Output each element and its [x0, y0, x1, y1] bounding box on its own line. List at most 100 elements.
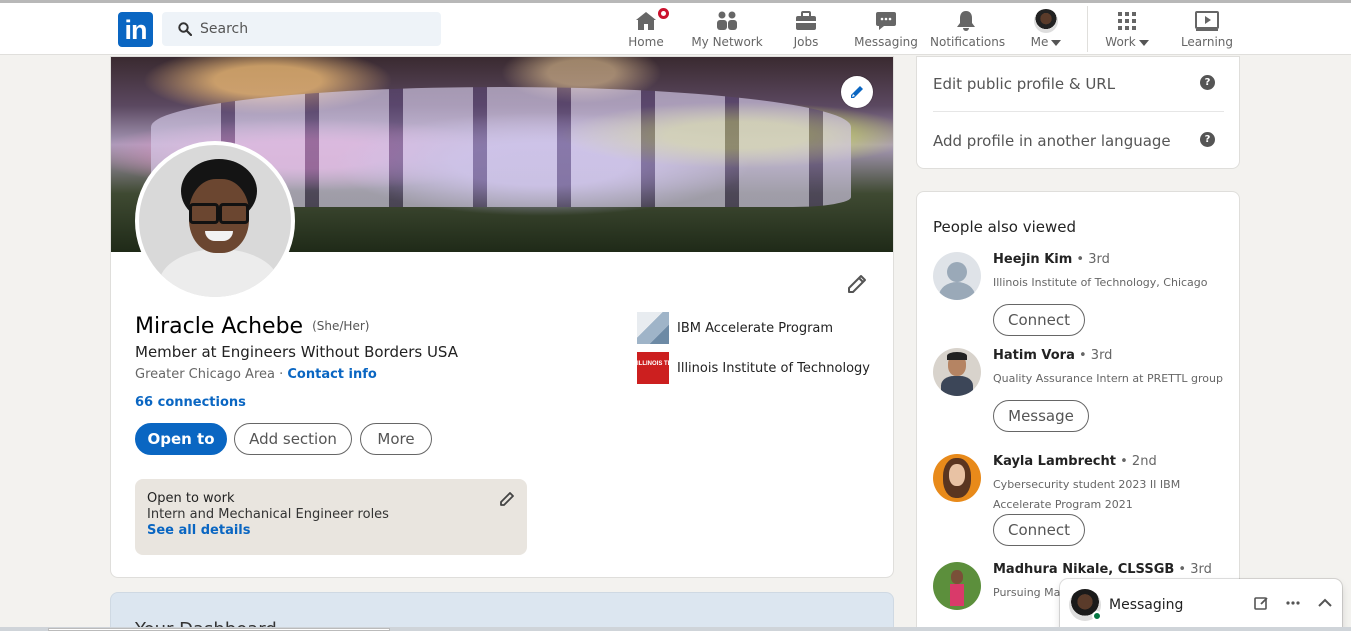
profile-photo-glasses	[189, 203, 249, 224]
chevron-down-icon	[1051, 39, 1062, 46]
connection-degree: • 3rd	[1072, 252, 1110, 267]
edit-intro-button[interactable]	[846, 273, 868, 299]
chevron-up-icon[interactable]	[1317, 595, 1333, 615]
nav-my-network[interactable]: My Network	[690, 3, 764, 55]
nav-learning-label: Learning	[1180, 35, 1234, 49]
connection-degree: • 3rd	[1174, 562, 1212, 577]
nav-work[interactable]: Work	[1100, 3, 1154, 55]
briefcase-icon	[794, 9, 818, 33]
bell-icon	[954, 9, 978, 33]
org-ibm[interactable]: IBM Accelerate Program	[637, 312, 833, 344]
person-name-line[interactable]: Hatim Vora • 3rd	[993, 348, 1112, 363]
home-icon	[634, 6, 671, 33]
global-nav: in Home My Network Jobs Messaging Notifi	[0, 3, 1351, 55]
nav-notifications[interactable]: Notifications	[930, 3, 1006, 55]
compose-icon[interactable]	[1253, 595, 1269, 615]
profile-photo[interactable]	[135, 141, 295, 301]
profile-location: Greater Chicago Area	[135, 367, 275, 382]
network-icon	[715, 9, 739, 33]
pencil-icon	[851, 86, 863, 98]
nav-notifications-label: Notifications	[930, 35, 1006, 49]
dashboard-card: Your Dashboard	[110, 592, 894, 631]
person-name-line[interactable]: Kayla Lambrecht • 2nd	[993, 454, 1157, 469]
nav-divider	[1087, 6, 1088, 52]
person-name-line[interactable]: Heejin Kim • 3rd	[993, 252, 1110, 267]
avatar[interactable]	[933, 348, 981, 396]
nav-home-label: Home	[628, 35, 664, 49]
messaging-label: Messaging	[1109, 597, 1184, 613]
profile-name-line: Miracle Achebe (She/Her)	[135, 314, 369, 339]
contact-info-link[interactable]: Contact info	[287, 367, 376, 382]
nav-jobs[interactable]: Jobs	[786, 3, 826, 55]
help-icon[interactable]: ?	[1200, 132, 1215, 147]
profile-photo-body	[159, 249, 279, 297]
avatar[interactable]	[933, 562, 981, 610]
play-icon	[1194, 9, 1220, 33]
open-to-work-title: Open to work	[147, 491, 235, 506]
profile-headline: Member at Engineers Without Borders USA	[135, 343, 458, 361]
org-iit[interactable]: ILLINOIS TECH Illinois Institute of Tech…	[637, 352, 870, 384]
chat-icon	[874, 9, 898, 33]
edit-open-to-work-button[interactable]	[499, 491, 515, 511]
notification-badge	[656, 6, 671, 21]
nav-me-label-wrap: Me	[1024, 35, 1068, 49]
connections-link[interactable]: 66 connections	[135, 395, 246, 410]
person-name: Kayla Lambrecht	[993, 454, 1116, 469]
nav-my-network-label: My Network	[691, 35, 763, 49]
person-name-line[interactable]: Madhura Nikale, CLSSGB • 3rd	[993, 562, 1212, 577]
edit-cover-button[interactable]	[841, 76, 873, 108]
connect-button[interactable]: Connect	[993, 514, 1085, 546]
profile-name: Miracle Achebe	[135, 314, 304, 339]
open-to-button[interactable]: Open to	[135, 423, 227, 455]
messaging-overlay[interactable]: Messaging	[1060, 579, 1342, 631]
ibm-accelerate-logo	[637, 312, 669, 344]
nav-work-label: Work	[1105, 35, 1136, 49]
nav-learning[interactable]: Learning	[1178, 3, 1236, 55]
nav-messaging[interactable]: Messaging	[852, 3, 920, 55]
more-button[interactable]: More	[360, 423, 432, 455]
org-ibm-name: IBM Accelerate Program	[677, 320, 834, 336]
person-headline: Quality Assurance Intern at PRETTL group	[993, 372, 1223, 385]
org-iit-name: Illinois Institute of Technology	[677, 360, 870, 376]
illinois-tech-logo: ILLINOIS TECH	[637, 352, 680, 384]
nav-me[interactable]: Me	[1024, 3, 1068, 55]
person-headline: Cybersecurity student 2023 II IBM Accele…	[993, 478, 1181, 511]
person-name: Heejin Kim	[993, 252, 1073, 267]
location-separator: ·	[274, 367, 288, 382]
person-name: Madhura Nikale, CLSSGB	[993, 562, 1175, 577]
profile-location-line: Greater Chicago Area · Contact info	[135, 367, 377, 382]
person-name: Hatim Vora	[993, 348, 1075, 363]
add-section-button[interactable]: Add section	[234, 423, 352, 455]
grid-icon	[1115, 9, 1139, 33]
connect-button[interactable]: Connect	[993, 304, 1085, 336]
nav-messaging-label: Messaging	[854, 35, 918, 49]
profile-card: Miracle Achebe (She/Her) Member at Engin…	[110, 56, 894, 578]
avatar[interactable]	[933, 252, 981, 300]
chevron-down-icon	[1138, 39, 1149, 46]
linkedin-logo[interactable]: in	[118, 12, 153, 47]
see-all-details-link[interactable]: See all details	[147, 523, 515, 538]
avatar[interactable]	[933, 454, 981, 502]
online-status-indicator	[1092, 611, 1102, 621]
open-to-work-roles: Intern and Mechanical Engineer roles	[147, 507, 389, 522]
connection-degree: • 2nd	[1116, 454, 1157, 469]
edit-public-profile-link[interactable]: Edit public profile & URL	[933, 75, 1115, 93]
profile-pronouns: (She/Her)	[312, 319, 370, 333]
search-input[interactable]	[200, 12, 430, 46]
help-icon[interactable]: ?	[1200, 75, 1215, 90]
add-profile-language-link[interactable]: Add profile in another language	[933, 132, 1171, 150]
nav-home[interactable]: Home	[622, 3, 671, 55]
nav-me-label: Me	[1030, 35, 1049, 49]
nav-jobs-label: Jobs	[793, 35, 819, 49]
profile-settings-card: Edit public profile & URL ? Add profile …	[916, 56, 1240, 169]
message-button[interactable]: Message	[993, 400, 1089, 432]
nav-work-label-wrap: Work	[1100, 35, 1154, 49]
connection-degree: • 3rd	[1074, 348, 1113, 363]
person-headline: Illinois Institute of Technology, Chicag…	[993, 276, 1208, 289]
more-options-icon[interactable]	[1285, 595, 1301, 615]
avatar	[1034, 9, 1058, 33]
people-also-viewed-title: People also viewed	[933, 218, 1077, 236]
search-bar[interactable]	[162, 12, 441, 46]
pencil-icon	[500, 492, 514, 506]
people-also-viewed-card: People also viewed Heejin Kim • 3rd Illi…	[916, 191, 1240, 631]
